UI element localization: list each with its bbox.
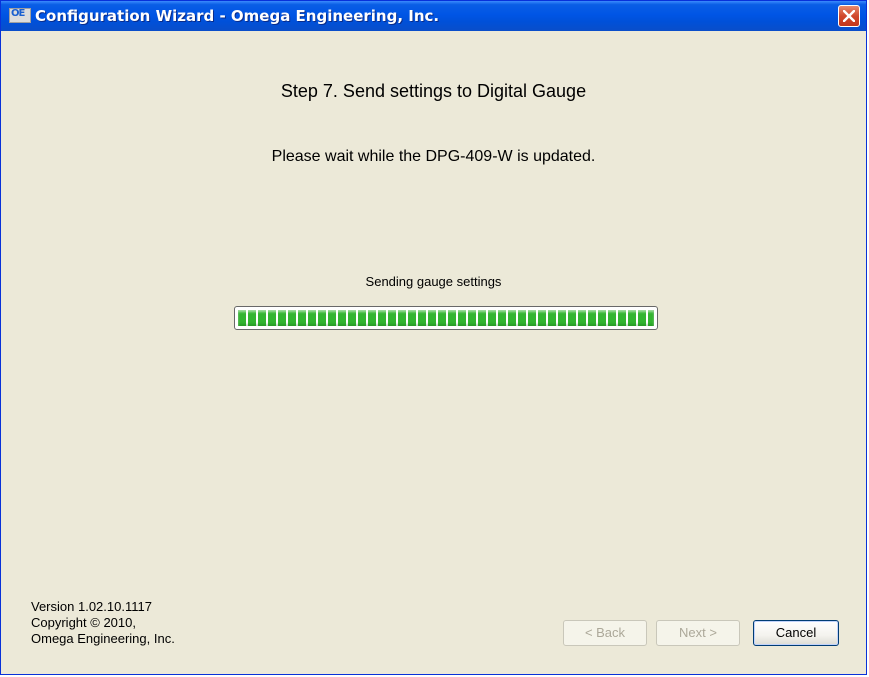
version-info: Version 1.02.10.1117 Copyright © 2010, O…: [31, 599, 175, 647]
progress-fill: [238, 310, 654, 326]
title-bar[interactable]: OE Configuration Wizard - Omega Engineer…: [1, 1, 866, 31]
next-button[interactable]: Next >: [656, 620, 740, 646]
progress-label: Sending gauge settings: [365, 274, 502, 289]
copyright-text: Copyright © 2010,: [31, 615, 136, 630]
configuration-wizard-window: OE Configuration Wizard - Omega Engineer…: [0, 0, 867, 675]
back-button[interactable]: < Back: [563, 620, 647, 646]
wizard-content: Step 7. Send settings to Digital Gauge P…: [5, 31, 862, 670]
close-icon: [843, 10, 855, 22]
app-icon-text: OE: [11, 8, 25, 19]
step-title: Step 7. Send settings to Digital Gauge: [280, 81, 587, 101]
close-button[interactable]: [838, 5, 860, 27]
progress-bar: [234, 306, 658, 330]
instruction-text: Please wait while the DPG-409-W is updat…: [271, 148, 596, 165]
omega-app-icon[interactable]: OE: [9, 8, 31, 23]
version-text: Version 1.02.10.1117: [31, 599, 152, 614]
cancel-button[interactable]: Cancel: [753, 620, 839, 646]
company-text: Omega Engineering, Inc.: [31, 631, 175, 646]
window-title: Configuration Wizard - Omega Engineering…: [35, 7, 440, 25]
